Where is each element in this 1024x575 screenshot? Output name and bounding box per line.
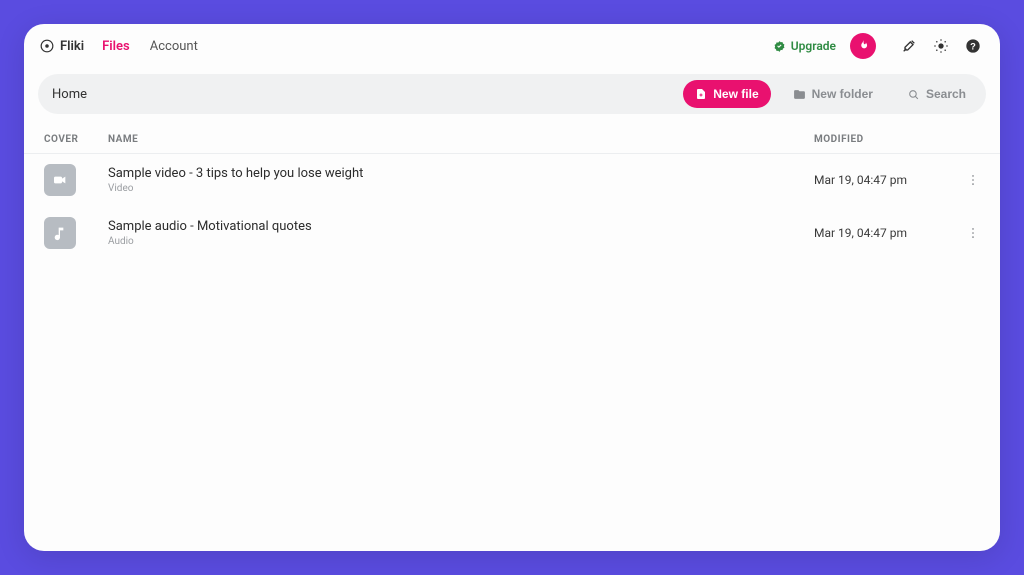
- col-header-cover: Cover: [44, 134, 108, 145]
- brand-name: Fliki: [60, 39, 84, 54]
- nav-files[interactable]: Files: [102, 39, 130, 54]
- more-vertical-icon: [966, 226, 980, 240]
- tools-button[interactable]: [898, 35, 920, 57]
- help-button[interactable]: ?: [962, 35, 984, 57]
- avatar[interactable]: [850, 33, 876, 59]
- file-name: Sample video - 3 tips to help you lose w…: [108, 166, 814, 181]
- video-icon: [52, 172, 68, 188]
- folder-plus-icon: [793, 88, 806, 101]
- col-header-name: Name: [108, 134, 814, 145]
- cover-thumbnail: [44, 164, 76, 196]
- table-row[interactable]: Sample audio - Motivational quotes Audio…: [24, 207, 1000, 260]
- verified-icon: [773, 40, 786, 53]
- breadcrumb[interactable]: Home: [52, 87, 87, 102]
- search-label: Search: [926, 87, 966, 101]
- brand[interactable]: Fliki: [40, 39, 84, 54]
- row-menu-button[interactable]: [966, 170, 980, 190]
- file-plus-icon: [695, 88, 707, 100]
- table-header: Cover Name Modified: [24, 124, 1000, 154]
- file-type: Audio: [108, 236, 814, 247]
- search-button[interactable]: Search: [895, 80, 978, 108]
- theme-button[interactable]: [930, 35, 952, 57]
- search-icon: [907, 88, 920, 101]
- more-vertical-icon: [966, 173, 980, 187]
- tools-icon: [901, 38, 917, 54]
- nav-account[interactable]: Account: [150, 39, 198, 54]
- file-name: Sample audio - Motivational quotes: [108, 219, 814, 234]
- topbar: Fliki Files Account Upgrade: [24, 24, 1000, 68]
- new-folder-label: New folder: [812, 87, 873, 101]
- col-header-modified: Modified: [814, 134, 954, 145]
- table-row[interactable]: Sample video - 3 tips to help you lose w…: [24, 154, 1000, 207]
- upgrade-button[interactable]: Upgrade: [773, 39, 836, 53]
- toolbar-wrap: Home New file New folder Search: [24, 68, 1000, 124]
- sun-icon: [933, 38, 949, 54]
- cover-thumbnail: [44, 217, 76, 249]
- toolbar: Home New file New folder Search: [38, 74, 986, 114]
- new-file-label: New file: [713, 87, 758, 101]
- upgrade-label: Upgrade: [791, 39, 836, 53]
- new-file-button[interactable]: New file: [683, 80, 770, 108]
- file-modified: Mar 19, 04:47 pm: [814, 173, 954, 187]
- brand-logo-icon: [40, 39, 54, 53]
- new-folder-button[interactable]: New folder: [781, 80, 885, 108]
- file-modified: Mar 19, 04:47 pm: [814, 226, 954, 240]
- row-menu-button[interactable]: [966, 223, 980, 243]
- svg-text:?: ?: [970, 41, 976, 51]
- help-icon: ?: [965, 38, 981, 54]
- file-type: Video: [108, 183, 814, 194]
- music-note-icon: [52, 225, 68, 241]
- flame-icon: [856, 39, 870, 53]
- app-window: Fliki Files Account Upgrade: [24, 24, 1000, 551]
